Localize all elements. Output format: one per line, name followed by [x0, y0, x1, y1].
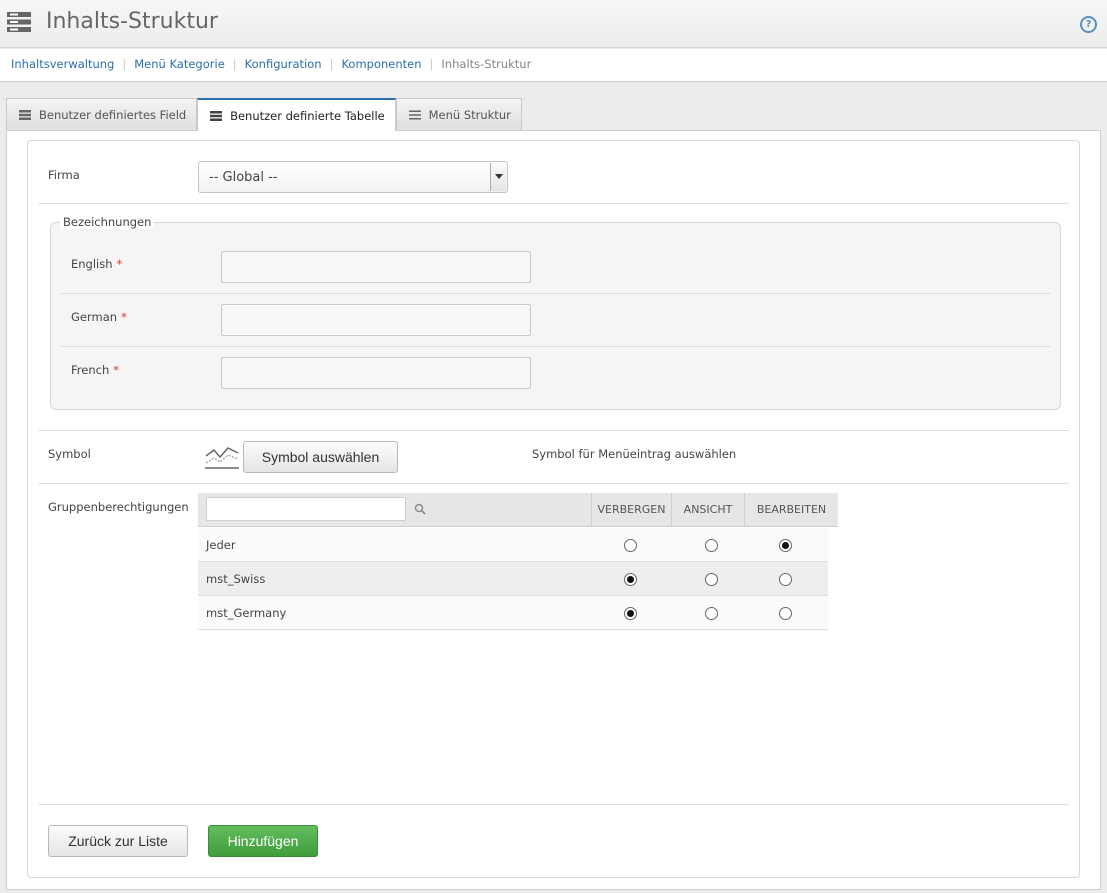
divider — [38, 203, 1069, 204]
tab-benutzer-definierte-tabelle[interactable]: Benutzer definierte Tabelle — [197, 98, 396, 131]
structure-icon — [19, 110, 31, 120]
divider — [61, 293, 1050, 294]
tab-label: Benutzer definiertes Field — [39, 108, 187, 122]
breadcrumb-link-konfiguration[interactable]: Konfiguration — [245, 57, 322, 71]
firma-select[interactable]: -- Global -- — [198, 161, 508, 193]
column-header-bearbeiten[interactable]: BEARBEITEN — [744, 493, 838, 527]
german-label: German * — [71, 310, 127, 324]
group-name: mst_Germany — [206, 606, 287, 620]
group-name: Jeder — [206, 538, 236, 552]
add-button[interactable]: Hinzufügen — [208, 825, 318, 857]
required-mark: * — [121, 310, 127, 324]
tab-label: Menü Struktur — [428, 108, 511, 122]
group-name: mst_Swiss — [206, 572, 266, 586]
french-label: French * — [71, 363, 119, 377]
french-label-text: French — [71, 363, 110, 377]
help-icon[interactable]: ? — [1080, 16, 1097, 33]
english-label-text: English — [71, 257, 113, 271]
table-header: VERBERGEN ANSICHT BEARBEITEN — [198, 493, 838, 527]
column-header-ansicht[interactable]: ANSICHT — [671, 493, 744, 527]
breadcrumb: Inhaltsverwaltung | Menü Kategorie | Konfigu… — [0, 49, 1107, 82]
page-title: Inhalts-Struktur — [46, 9, 218, 34]
firma-label: Firma — [48, 168, 80, 182]
symbol-select-button[interactable]: Symbol auswählen — [243, 441, 398, 473]
breadcrumb-link-menue-kategorie[interactable]: Menü Kategorie — [134, 57, 225, 71]
structure-icon — [210, 111, 223, 121]
page-header: Inhalts-Struktur ? — [0, 0, 1107, 48]
required-mark: * — [113, 363, 119, 377]
divider — [38, 804, 1069, 805]
breadcrumb-separator: | — [122, 57, 127, 71]
search-input[interactable] — [206, 497, 406, 521]
breadcrumb-link-komponenten[interactable]: Komponenten — [341, 57, 421, 71]
tab-bar: Benutzer definiertes Field Benutzer defi… — [6, 98, 522, 131]
radio-ansicht[interactable] — [705, 607, 718, 620]
table-row: Jeder — [198, 528, 828, 562]
breadcrumb-separator: | — [429, 57, 434, 71]
english-label: English * — [71, 257, 122, 271]
radio-verbergen[interactable] — [624, 539, 637, 552]
radio-ansicht[interactable] — [705, 573, 718, 586]
back-to-list-button[interactable]: Zurück zur Liste — [48, 825, 188, 857]
tab-label: Benutzer definierte Tabelle — [230, 109, 385, 123]
chevron-down-icon — [490, 163, 506, 191]
german-label-text: German — [71, 310, 118, 324]
tab-benutzer-definiertes-field[interactable]: Benutzer definiertes Field — [6, 98, 198, 130]
table-row: mst_Germany — [198, 596, 828, 630]
french-field[interactable] — [221, 357, 531, 389]
gruppenberechtigungen-label: Gruppenberechtigungen — [48, 500, 189, 514]
radio-ansicht[interactable] — [705, 539, 718, 552]
breadcrumb-separator: | — [232, 57, 237, 71]
radio-bearbeiten[interactable] — [779, 607, 792, 620]
symbol-hint: Symbol für Menüeintrag auswählen — [532, 447, 737, 461]
firma-select-value: -- Global -- — [209, 170, 278, 185]
breadcrumb-current: Inhalts-Struktur — [441, 57, 532, 71]
breadcrumb-separator: | — [329, 57, 334, 71]
radio-verbergen[interactable] — [624, 573, 637, 586]
breadcrumb-link-inhaltsverwaltung[interactable]: Inhaltsverwaltung — [11, 57, 114, 71]
bezeichnungen-legend: Bezeichnungen — [60, 215, 155, 229]
search-icon[interactable] — [414, 503, 426, 515]
radio-bearbeiten[interactable] — [779, 539, 792, 552]
line-chart-icon — [205, 447, 239, 469]
column-header-verbergen[interactable]: VERBERGEN — [591, 493, 671, 527]
tab-menue-struktur[interactable]: Menü Struktur — [395, 98, 522, 130]
divider — [38, 430, 1069, 431]
english-field[interactable] — [221, 251, 531, 283]
structure-icon — [7, 12, 31, 32]
table-row: mst_Swiss — [198, 562, 828, 596]
german-field[interactable] — [221, 304, 531, 336]
required-mark: * — [116, 257, 123, 271]
list-icon — [408, 110, 421, 120]
divider — [61, 346, 1050, 347]
divider — [38, 483, 1069, 484]
radio-verbergen[interactable] — [624, 607, 637, 620]
bezeichnungen-fieldset — [50, 222, 1061, 410]
symbol-label: Symbol — [48, 447, 91, 461]
radio-bearbeiten[interactable] — [779, 573, 792, 586]
